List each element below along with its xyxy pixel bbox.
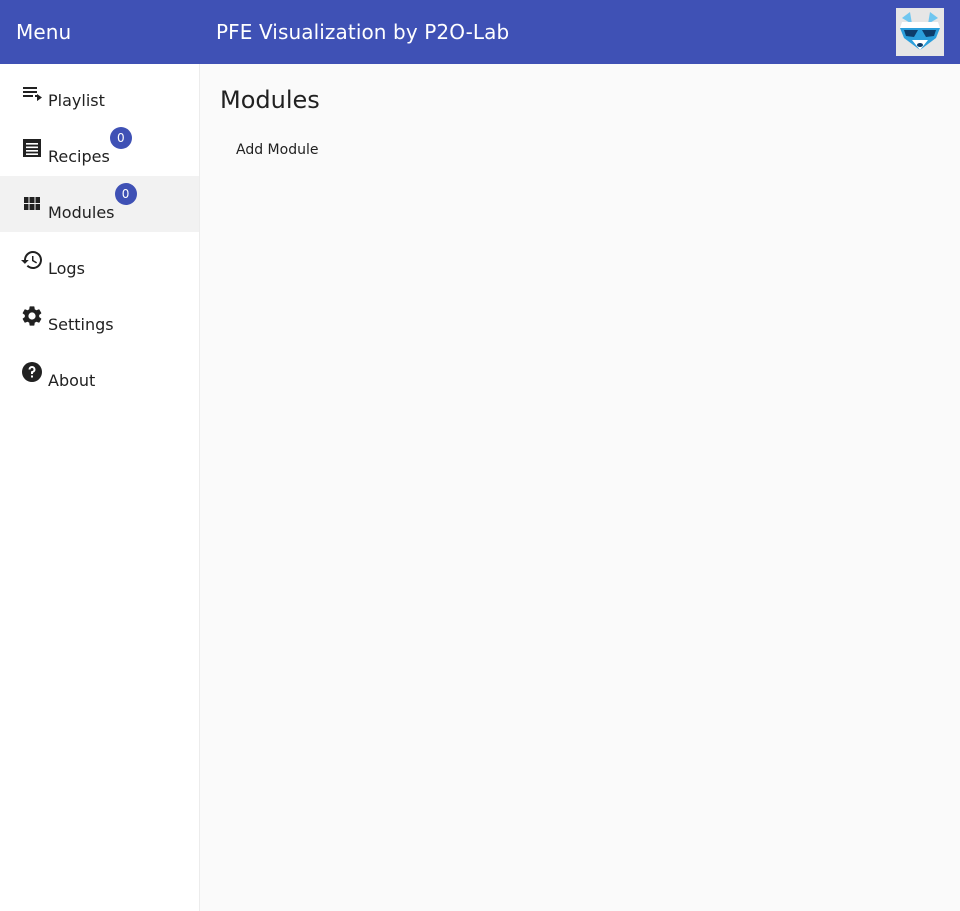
sidebar-item-label: About xyxy=(48,371,96,390)
page-title: Modules xyxy=(220,86,320,114)
sidebar-item-label: Playlist xyxy=(48,91,105,110)
modules-count-badge: 0 xyxy=(114,183,137,205)
sidebar: Playlist Recipes 0 Modules 0 Logs Settin… xyxy=(0,64,200,911)
sidebar-item-modules[interactable]: Modules 0 xyxy=(0,176,199,232)
history-icon xyxy=(20,248,44,272)
sidebar-item-label: Recipes xyxy=(48,147,110,166)
help-icon xyxy=(20,360,44,384)
recipes-count-badge: 0 xyxy=(109,127,132,149)
sidebar-item-label: Logs xyxy=(48,259,85,278)
add-module-button[interactable]: Add Module xyxy=(220,134,334,166)
raccoon-logo-icon[interactable] xyxy=(896,8,944,56)
sidebar-item-label: Modules xyxy=(48,203,115,222)
modules-icon xyxy=(20,192,44,216)
recipes-icon xyxy=(20,136,44,160)
sidebar-item-logs[interactable]: Logs xyxy=(0,232,199,288)
app-title: PFE Visualization by P2O-Lab xyxy=(216,20,510,44)
sidebar-item-playlist[interactable]: Playlist xyxy=(0,64,199,120)
menu-title: Menu xyxy=(16,20,72,44)
main-content: Modules Add Module xyxy=(200,64,960,911)
playlist-icon xyxy=(20,80,44,104)
sidebar-item-settings[interactable]: Settings xyxy=(0,288,199,344)
sidebar-item-label: Settings xyxy=(48,315,114,334)
app-toolbar: Menu PFE Visualization by P2O-Lab xyxy=(0,0,960,64)
gear-icon xyxy=(20,304,44,328)
sidebar-item-recipes[interactable]: Recipes 0 xyxy=(0,120,199,176)
sidebar-item-about[interactable]: About xyxy=(0,344,199,400)
